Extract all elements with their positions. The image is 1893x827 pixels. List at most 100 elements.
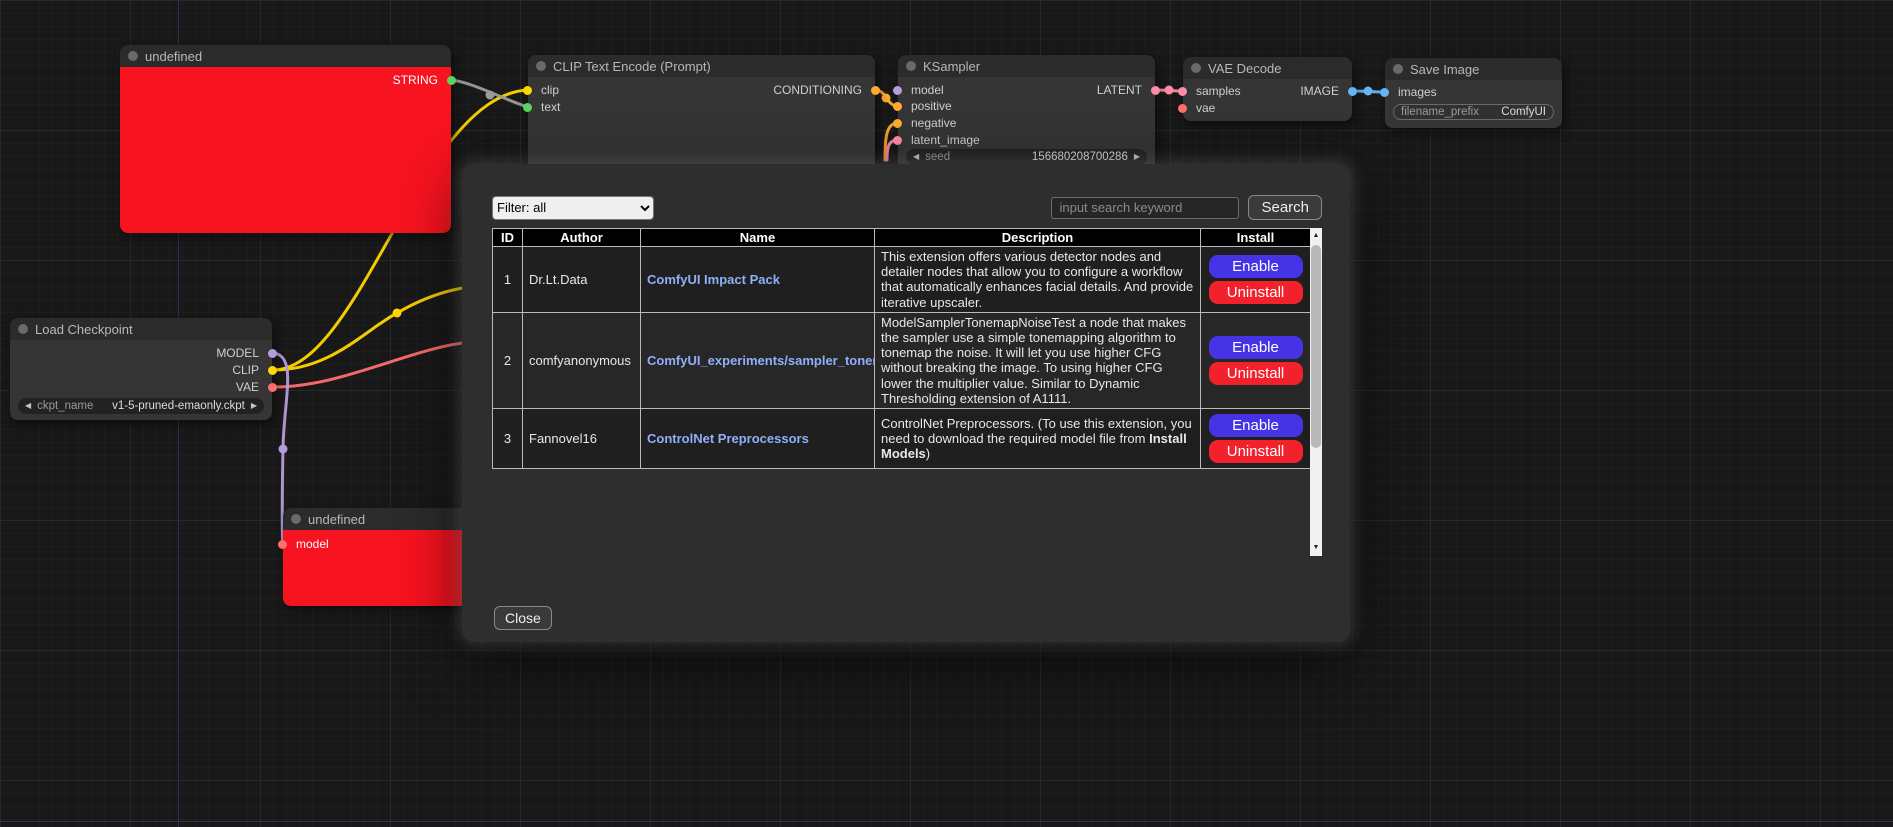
cell-id: 2 — [493, 312, 523, 408]
widget-value: 156680208700286 — [1032, 151, 1128, 163]
vae-output-dot[interactable] — [268, 383, 277, 392]
slot-label: LATENT — [1097, 83, 1142, 97]
node-undefined-top[interactable]: undefined STRING — [120, 45, 451, 233]
cell-install: Enable Uninstall — [1201, 312, 1311, 408]
cell-author: Fannovel16 — [523, 409, 641, 469]
output-slot-conditioning[interactable]: CONDITIONING — [528, 82, 875, 98]
input-slot-vae[interactable]: vae — [1183, 100, 1352, 116]
slot-label: CONDITIONING — [773, 83, 862, 97]
node-save-image[interactable]: Save Image images filename_prefix ComfyU… — [1385, 58, 1562, 128]
node-title-bar[interactable]: undefined — [120, 45, 451, 67]
collapse-dot-icon[interactable] — [291, 514, 301, 524]
cell-description: ModelSamplerTonemapNoiseTest a node that… — [875, 312, 1201, 408]
node-title-bar[interactable]: KSampler — [898, 55, 1155, 77]
collapse-dot-icon[interactable] — [536, 61, 546, 71]
conditioning-output-dot[interactable] — [871, 86, 880, 95]
node-vae-decode[interactable]: VAE Decode samples vae IMAGE — [1183, 57, 1352, 121]
canvas-axis-horizontal — [0, 821, 1893, 822]
output-slot-clip[interactable]: CLIP — [10, 362, 272, 378]
table-scrollbar[interactable]: ▲ ▼ — [1310, 228, 1322, 556]
link-dot — [1165, 86, 1174, 95]
positive-input-dot[interactable] — [893, 102, 902, 111]
slot-label: vae — [1196, 101, 1215, 115]
node-graph-canvas[interactable]: undefined STRING CLIP Text Encode (Promp… — [0, 0, 1893, 827]
model-output-dot[interactable] — [268, 349, 277, 358]
next-arrow-icon[interactable]: ▶ — [251, 398, 257, 414]
widget-value: v1-5-pruned-emaonly.ckpt — [112, 400, 245, 412]
output-slot-image[interactable]: IMAGE — [1183, 83, 1352, 99]
latent-output-dot[interactable] — [1151, 86, 1160, 95]
image-output-dot[interactable] — [1348, 87, 1357, 96]
collapse-dot-icon[interactable] — [1191, 63, 1201, 73]
col-header-name: Name — [641, 229, 875, 247]
extension-link[interactable]: ComfyUI Impact Pack — [647, 272, 780, 287]
input-slot-images[interactable]: images — [1385, 84, 1562, 100]
cell-description: ControlNet Preprocessors. (To use this e… — [875, 409, 1201, 469]
enable-button[interactable]: Enable — [1209, 255, 1303, 278]
scrollbar-thumb[interactable] — [1311, 245, 1321, 448]
collapse-dot-icon[interactable] — [128, 51, 138, 61]
uninstall-button[interactable]: Uninstall — [1209, 281, 1303, 304]
slot-label: VAE — [236, 380, 259, 394]
collapse-dot-icon[interactable] — [906, 61, 916, 71]
extension-link[interactable]: ControlNet Preprocessors — [647, 431, 809, 446]
input-slot-negative[interactable]: negative — [898, 115, 1155, 131]
seed-widget[interactable]: ◀ seed 156680208700286 ▶ — [906, 149, 1147, 165]
filter-dropdown[interactable]: Filter: all — [492, 196, 654, 220]
node-title-bar[interactable]: Load Checkpoint — [10, 318, 272, 340]
input-slot-text[interactable]: text — [528, 99, 875, 115]
widget-label: ckpt_name — [37, 400, 93, 412]
clip-output-dot[interactable] — [268, 366, 277, 375]
slot-label: STRING — [393, 73, 438, 87]
string-output-dot[interactable] — [447, 76, 456, 85]
vae-input-dot[interactable] — [1178, 104, 1187, 113]
node-title: Save Image — [1410, 62, 1479, 77]
node-body: samples vae IMAGE — [1183, 79, 1352, 121]
output-slot-model[interactable]: MODEL — [10, 345, 272, 361]
output-slot-latent[interactable]: LATENT — [898, 82, 1155, 98]
node-title-bar[interactable]: VAE Decode — [1183, 57, 1352, 79]
search-button[interactable]: Search — [1248, 195, 1322, 220]
slot-label: model — [296, 537, 329, 551]
link-dot — [393, 309, 402, 318]
text-input-dot[interactable] — [523, 103, 532, 112]
images-input-dot[interactable] — [1380, 88, 1389, 97]
decrement-arrow-icon[interactable]: ◀ — [913, 149, 919, 165]
output-slot-vae[interactable]: VAE — [10, 379, 272, 395]
col-header-id: ID — [493, 229, 523, 247]
cell-id: 3 — [493, 409, 523, 469]
cell-author: Dr.Lt.Data — [523, 247, 641, 313]
extensions-table: ID Author Name Description Install 1 Dr.… — [492, 228, 1311, 469]
link-dot — [486, 91, 495, 100]
uninstall-button[interactable]: Uninstall — [1209, 440, 1303, 463]
collapse-dot-icon[interactable] — [18, 324, 28, 334]
node-title: VAE Decode — [1208, 61, 1281, 76]
search-group: Search — [1051, 195, 1322, 220]
output-slot-string[interactable]: STRING — [120, 72, 451, 88]
enable-button[interactable]: Enable — [1209, 414, 1303, 437]
input-slot-latent-image[interactable]: latent_image — [898, 132, 1155, 148]
latent-image-input-dot[interactable] — [893, 136, 902, 145]
node-load-checkpoint[interactable]: Load Checkpoint MODEL CLIP VAE ◀ ckpt_na… — [10, 318, 272, 420]
model-input-dot[interactable] — [278, 540, 287, 549]
cell-id: 1 — [493, 247, 523, 313]
previous-arrow-icon[interactable]: ◀ — [25, 398, 31, 414]
collapse-dot-icon[interactable] — [1393, 64, 1403, 74]
filename-prefix-widget[interactable]: filename_prefix ComfyUI — [1393, 104, 1554, 120]
scrollbar-up-icon[interactable]: ▲ — [1310, 228, 1322, 244]
enable-button[interactable]: Enable — [1209, 336, 1303, 359]
search-input[interactable] — [1051, 197, 1239, 219]
node-title-bar[interactable]: Save Image — [1385, 58, 1562, 80]
ckpt-name-widget[interactable]: ◀ ckpt_name v1-5-pruned-emaonly.ckpt ▶ — [18, 398, 264, 414]
input-slot-positive[interactable]: positive — [898, 98, 1155, 114]
scrollbar-down-icon[interactable]: ▼ — [1310, 540, 1322, 556]
increment-arrow-icon[interactable]: ▶ — [1134, 149, 1140, 165]
close-button[interactable]: Close — [494, 606, 552, 630]
widget-value: ComfyUI — [1501, 106, 1546, 118]
uninstall-button[interactable]: Uninstall — [1209, 362, 1303, 385]
negative-input-dot[interactable] — [893, 119, 902, 128]
table-row: 3 Fannovel16 ControlNet Preprocessors Co… — [493, 409, 1311, 469]
slot-label: positive — [911, 99, 952, 113]
node-title-bar[interactable]: CLIP Text Encode (Prompt) — [528, 55, 875, 77]
extension-link[interactable]: ComfyUI_experiments/sampler_tonemap — [647, 353, 875, 368]
